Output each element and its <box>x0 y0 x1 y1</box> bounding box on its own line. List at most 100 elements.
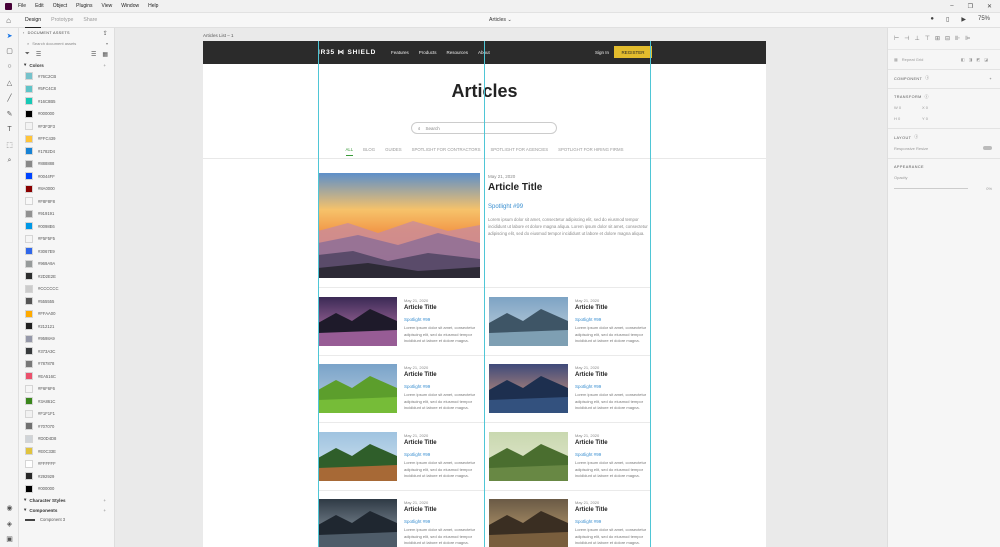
article-title[interactable]: Article Title <box>404 440 437 446</box>
color-swatch[interactable] <box>25 447 33 456</box>
article-thumbnail[interactable] <box>318 499 397 547</box>
color-swatch-row[interactable]: #292929 <box>19 470 114 483</box>
color-swatch-row[interactable]: #F3F3F3 <box>19 120 114 133</box>
tab-guides[interactable]: GUIDES <box>385 147 401 156</box>
color-swatch[interactable] <box>25 72 33 81</box>
color-swatch-row[interactable]: #D0D4D8 <box>19 433 114 446</box>
tab-spotlight-contractors[interactable]: SPOTLIGHT FOR CONTRACTORS <box>412 147 481 156</box>
x-field[interactable]: X 0 <box>922 105 928 110</box>
width-field[interactable]: W 0 <box>894 105 922 110</box>
color-swatch-row[interactable]: #212121 <box>19 320 114 333</box>
color-swatch[interactable] <box>25 197 33 206</box>
menu-object[interactable]: Object <box>53 3 67 9</box>
article-thumbnail[interactable] <box>489 297 568 346</box>
article-card[interactable]: May 21, 2020 Article Title Spotlight #99 Lo… <box>318 364 488 424</box>
artboard[interactable]: IR35 ⋈ SHIELD Features Products Resource… <box>203 41 766 547</box>
color-swatch[interactable] <box>25 234 33 243</box>
color-swatch[interactable] <box>25 272 33 281</box>
filter-icon[interactable]: ⏷ <box>25 51 30 58</box>
color-swatch[interactable] <box>25 384 33 393</box>
color-swatch-row[interactable]: #FFFFFF <box>19 458 114 471</box>
article-spotlight[interactable]: Spotlight #99 <box>575 519 601 524</box>
colors-section-header[interactable]: ▾ Colors + <box>19 60 114 70</box>
layers-panel-icon[interactable]: ◈ <box>0 516 19 532</box>
color-swatch-row[interactable]: #F5F5F5 <box>19 233 114 246</box>
nav-link-features[interactable]: Features <box>391 50 409 55</box>
color-swatch[interactable] <box>25 222 33 231</box>
article-title[interactable]: Article Title <box>404 305 437 311</box>
align-right-icon[interactable]: ⊥ <box>914 35 919 42</box>
nav-link-products[interactable]: Products <box>419 50 437 55</box>
article-spotlight[interactable]: Spotlight #99 <box>404 317 430 322</box>
article-card[interactable]: May 21, 2020 Article Title Spotlight #99 Lo… <box>318 432 488 492</box>
info-icon[interactable]: ⓘ <box>925 95 929 100</box>
article-title[interactable]: Article Title <box>575 440 608 446</box>
article-spotlight[interactable]: Spotlight #99 <box>404 519 430 524</box>
menu-edit[interactable]: Edit <box>35 3 44 9</box>
register-button[interactable]: REGISTER <box>614 46 652 58</box>
color-swatch-row[interactable]: #FFC439 <box>19 133 114 146</box>
tab-blog[interactable]: BLOG <box>363 147 375 156</box>
color-swatch[interactable] <box>25 159 33 168</box>
article-spotlight[interactable]: Spotlight #99 <box>575 384 601 389</box>
color-swatch[interactable] <box>25 372 33 381</box>
info-icon[interactable]: ⓘ <box>925 76 929 81</box>
ellipse-tool-icon[interactable]: ○ <box>0 59 19 75</box>
color-swatch-row[interactable]: #555555 <box>19 295 114 308</box>
featured-title[interactable]: Article Title <box>488 182 542 193</box>
opacity-value[interactable]: 0% <box>986 186 992 191</box>
device-preview-icon[interactable]: ▯ <box>946 16 949 23</box>
color-swatch-row[interactable]: #0044FF <box>19 170 114 183</box>
close-icon[interactable]: ✕ <box>987 3 992 10</box>
repeat-grid-button[interactable]: ▦ Repeat Grid ◧◨◩◪ <box>888 54 1000 65</box>
brand-logo[interactable]: IR35 ⋈ SHIELD <box>318 48 376 56</box>
color-swatch-row[interactable]: #3067E9 <box>19 245 114 258</box>
article-card[interactable]: May 21, 2020 Article Title Spotlight #99 Lo… <box>318 297 488 357</box>
article-thumbnail[interactable] <box>318 364 397 413</box>
chevron-down-icon[interactable]: ▾ <box>106 41 108 46</box>
assets-panel-icon[interactable]: ◉ <box>0 500 19 516</box>
color-swatch-row[interactable]: #0098E6 <box>19 220 114 233</box>
color-swatch[interactable] <box>25 122 33 131</box>
color-swatch[interactable] <box>25 359 33 368</box>
article-spotlight[interactable]: Spotlight #99 <box>404 452 430 457</box>
color-swatch[interactable] <box>25 484 33 493</box>
color-swatch[interactable] <box>25 472 33 481</box>
article-thumbnail[interactable] <box>318 432 397 481</box>
article-title[interactable]: Article Title <box>575 305 608 311</box>
color-swatch-row[interactable]: #969A9A <box>19 258 114 271</box>
document-title[interactable]: Articles ⌄ <box>489 17 512 23</box>
tab-all[interactable]: ALL <box>345 147 354 156</box>
color-swatch[interactable] <box>25 259 33 268</box>
height-field[interactable]: H 0 <box>894 116 922 121</box>
menu-view[interactable]: View <box>102 3 113 9</box>
article-card[interactable]: May 21, 2020 Article Title Spotlight #99 Lo… <box>489 499 659 547</box>
list-view-icon[interactable]: ☰ <box>91 51 96 58</box>
color-swatch[interactable] <box>25 284 33 293</box>
artboard-label[interactable]: Articles List – 1 <box>203 33 234 38</box>
color-swatch[interactable] <box>25 172 33 181</box>
tab-spotlight-hiring-firms[interactable]: SPOTLIGHT FOR HIRING FIRMS <box>558 147 623 156</box>
article-spotlight[interactable]: Spotlight #99 <box>404 384 430 389</box>
color-swatch-row[interactable]: #F1F1F1 <box>19 408 114 421</box>
menu-window[interactable]: Window <box>121 3 139 9</box>
article-spotlight[interactable]: Spotlight #99 <box>575 317 601 322</box>
export-icon[interactable]: ⇪ <box>103 30 108 37</box>
color-swatch-row[interactable]: #1782D4 <box>19 145 114 158</box>
align-left-icon[interactable]: ⊢ <box>894 35 899 42</box>
boolean-icons[interactable]: ◧◨◩◪ <box>961 57 992 62</box>
article-title[interactable]: Article Title <box>404 372 437 378</box>
tab-design[interactable]: Design <box>25 13 42 28</box>
color-swatch[interactable] <box>25 422 33 431</box>
play-icon[interactable]: ▶ <box>961 16 966 23</box>
color-swatch[interactable] <box>25 409 33 418</box>
color-swatch-row[interactable]: #E0C33E <box>19 445 114 458</box>
restore-icon[interactable]: ❐ <box>968 3 973 10</box>
grid-view-icon[interactable]: ▦ <box>102 51 108 58</box>
color-swatch-row[interactable]: #000000 <box>19 108 114 121</box>
select-tool-icon[interactable]: ➤ <box>0 28 19 44</box>
nav-link-resources[interactable]: Resources <box>447 50 469 55</box>
align-bottom-icon[interactable]: ⊟ <box>945 35 950 42</box>
color-swatch[interactable] <box>25 309 33 318</box>
zoom-tool-icon[interactable]: ⌕ <box>0 153 19 169</box>
